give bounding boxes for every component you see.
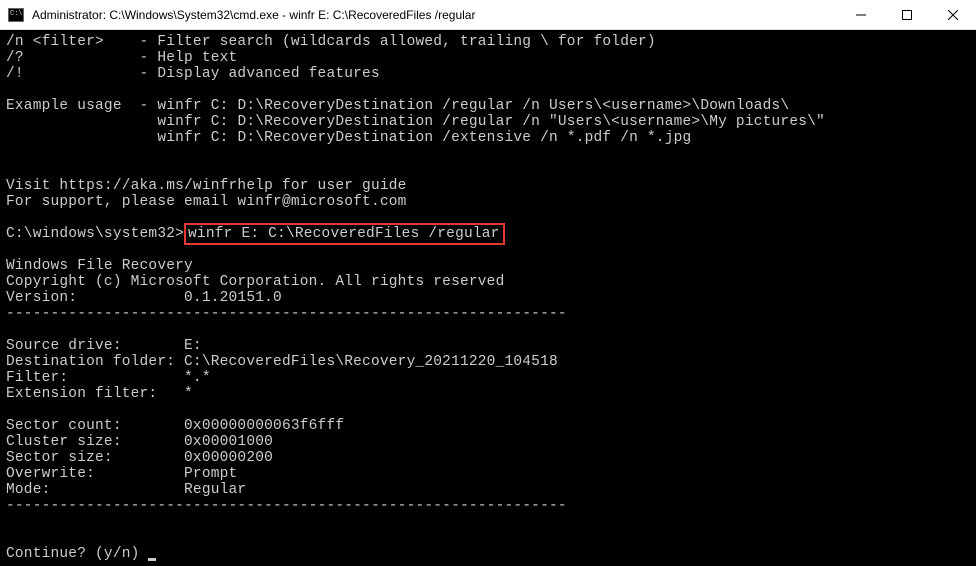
sector-count-line: Sector count: 0x00000000063f6fff	[6, 418, 344, 434]
prompt-path: C:\windows\system32>	[6, 226, 184, 242]
source-drive-line: Source drive: E:	[6, 338, 202, 354]
version-line: Version: 0.1.20151.0	[6, 290, 282, 306]
maximize-button[interactable]	[884, 0, 930, 30]
help-line-advanced: /! - Display advanced features	[6, 66, 380, 82]
window-titlebar: Administrator: C:\Windows\System32\cmd.e…	[0, 0, 976, 30]
titlebar-left: Administrator: C:\Windows\System32\cmd.e…	[0, 8, 475, 22]
cursor	[148, 558, 156, 561]
divider: ----------------------------------------…	[6, 498, 567, 514]
dest-folder-line: Destination folder: C:\RecoveredFiles\Re…	[6, 354, 558, 370]
minimize-button[interactable]	[838, 0, 884, 30]
window-controls	[838, 0, 976, 30]
visit-line: Visit https://aka.ms/winfrhelp for user …	[6, 178, 407, 194]
copyright-line: Copyright (c) Microsoft Corporation. All…	[6, 274, 504, 290]
mode-line: Mode: Regular	[6, 482, 246, 498]
example-2: winfr C: D:\RecoveryDestination /regular…	[157, 114, 825, 130]
example-1: winfr C: D:\RecoveryDestination /regular…	[157, 98, 789, 114]
filter-line: Filter: *.*	[6, 370, 211, 386]
example-2-pad	[6, 114, 157, 130]
example-3: winfr C: D:\RecoveryDestination /extensi…	[157, 130, 691, 146]
cluster-size-line: Cluster size: 0x00001000	[6, 434, 273, 450]
help-line-help: /? - Help text	[6, 50, 237, 66]
command-highlight: winfr E: C:\RecoveredFiles /regular	[184, 223, 505, 245]
window-title: Administrator: C:\Windows\System32\cmd.e…	[32, 8, 475, 22]
continue-prompt: Continue? (y/n)	[6, 546, 148, 562]
cmd-icon	[8, 8, 24, 22]
example-label: Example usage -	[6, 98, 157, 114]
close-button[interactable]	[930, 0, 976, 30]
extension-filter-line: Extension filter: *	[6, 386, 193, 402]
support-line: For support, please email winfr@microsof…	[6, 194, 407, 210]
app-name: Windows File Recovery	[6, 258, 193, 274]
sector-size-line: Sector size: 0x00000200	[6, 450, 273, 466]
example-3-pad	[6, 130, 157, 146]
overwrite-line: Overwrite: Prompt	[6, 466, 237, 482]
terminal-output[interactable]: /n <filter> - Filter search (wildcards a…	[0, 30, 976, 566]
help-line-filter: /n <filter> - Filter search (wildcards a…	[6, 34, 656, 50]
divider: ----------------------------------------…	[6, 306, 567, 322]
entered-command: winfr E: C:\RecoveredFiles /regular	[188, 226, 500, 242]
